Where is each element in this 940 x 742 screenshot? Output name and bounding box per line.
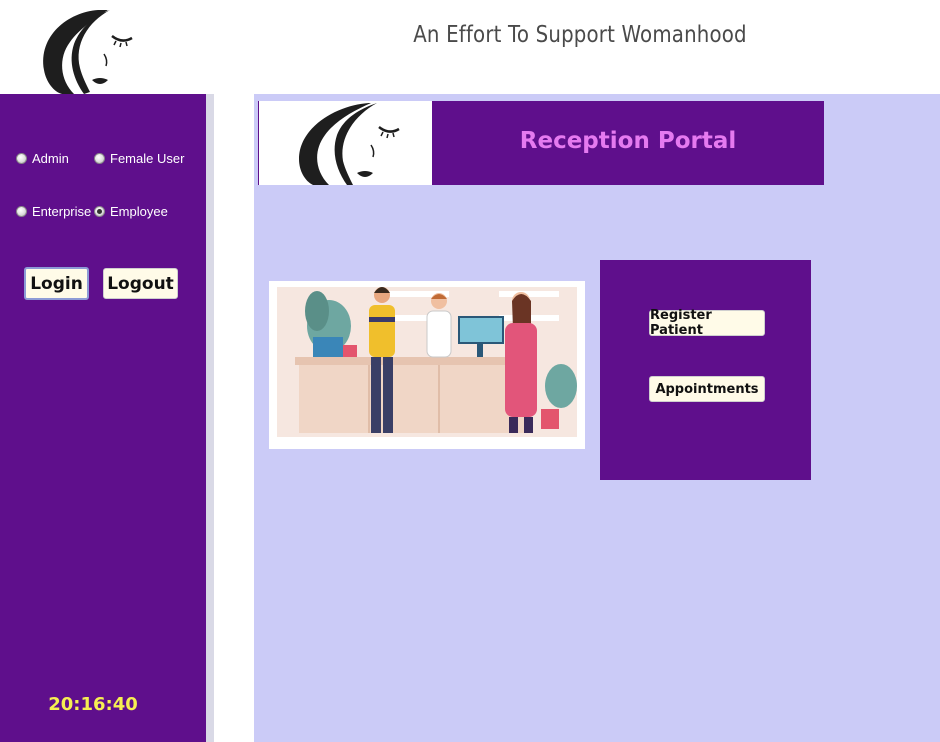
action-panel [600,260,811,480]
app-title: An Effort To Support Womanhood [413,22,747,48]
reception-desk-illustration [269,281,585,449]
role-label-enterprise: Enterprise [32,204,92,219]
role-female-user-option[interactable]: Female User [94,151,184,166]
banner-logo [259,101,432,185]
clock-display: 20:16:40 [48,694,138,715]
logout-button[interactable]: Logout [103,268,178,299]
sidebar-divider [206,94,214,742]
portal-title: Reception Portal [519,128,737,154]
woman-face-logo-icon [43,10,133,94]
employee-radio[interactable] [94,206,105,217]
login-button[interactable]: Login [24,267,89,300]
female-user-radio[interactable] [94,153,105,164]
role-employee-option[interactable]: Employee [94,204,168,219]
role-enterprise-option[interactable]: Enterprise [16,204,91,219]
admin-radio[interactable] [16,153,27,164]
role-admin-option[interactable]: Admin [16,151,69,166]
appointments-button[interactable]: Appointments [649,376,765,402]
sidebar [0,94,206,742]
register-patient-button[interactable]: Register Patient [649,308,765,338]
role-label-employee: Employee [110,204,168,219]
role-label-female-user: Female User [110,151,185,166]
enterprise-radio[interactable] [16,206,27,217]
woman-face-banner-icon [299,103,400,185]
role-label-admin: Admin [32,151,69,166]
